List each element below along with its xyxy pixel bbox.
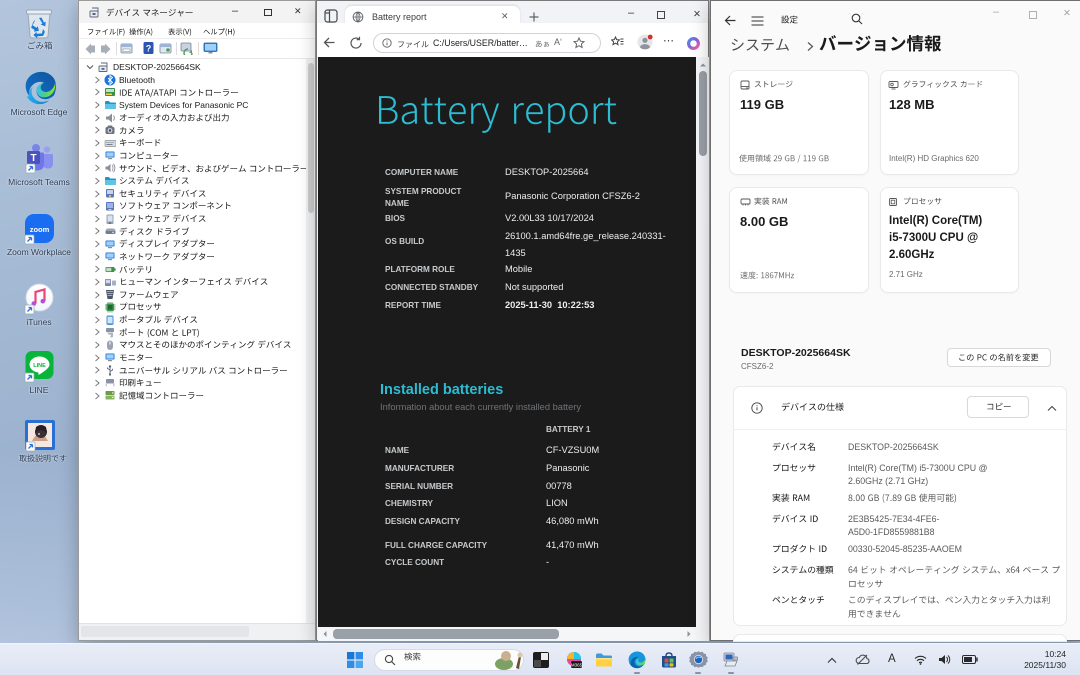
svg-text:LINE: LINE [33, 363, 46, 369]
svg-text:?: ? [146, 44, 152, 54]
svg-text:M365: M365 [571, 663, 583, 668]
svg-text:T: T [30, 153, 36, 164]
svg-text:zoom: zoom [30, 225, 50, 234]
